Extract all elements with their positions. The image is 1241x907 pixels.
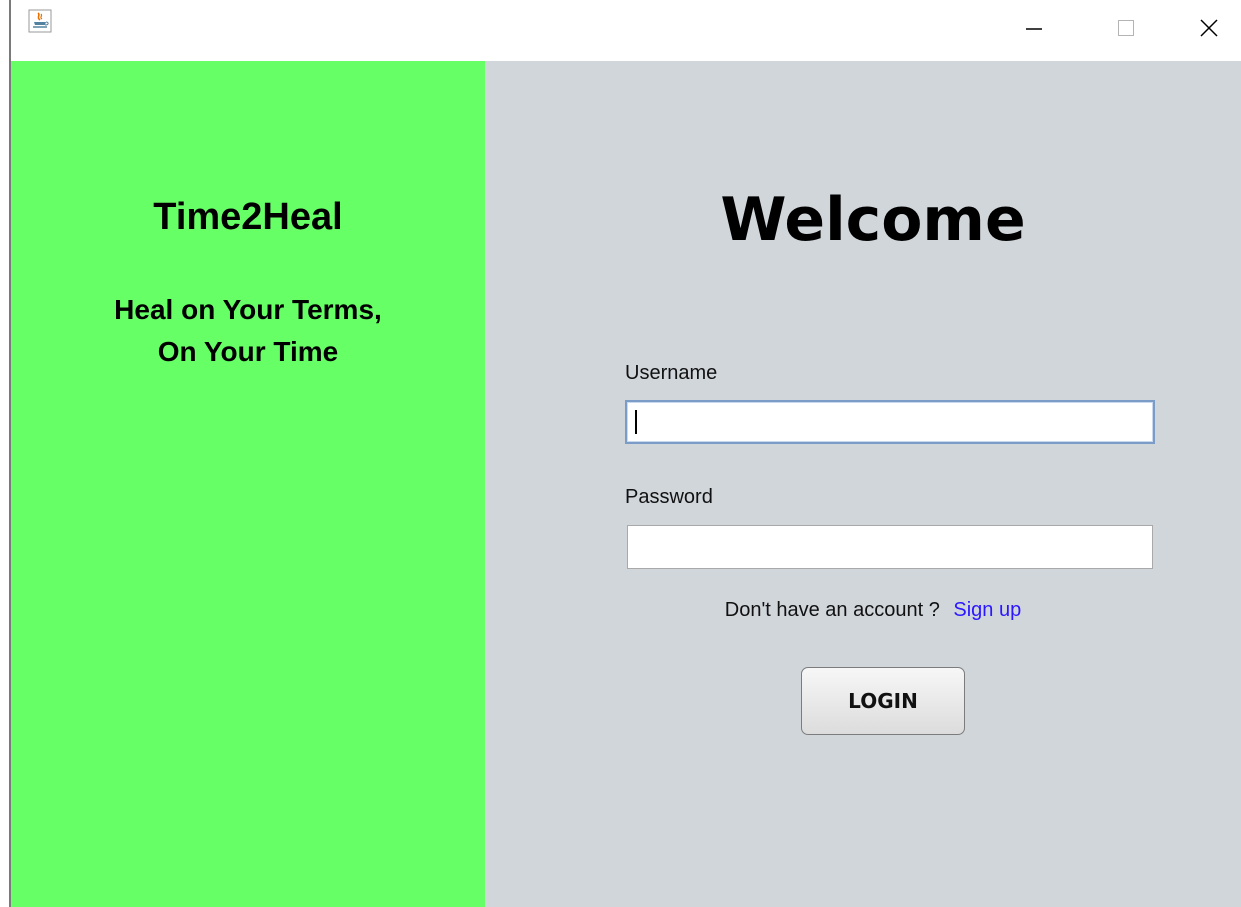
tagline-line-2: On Your Time [157, 336, 339, 367]
text-caret [635, 410, 637, 434]
username-label: Username [625, 362, 718, 384]
password-label: Password [625, 486, 713, 508]
brand-tagline: Heal on Your Terms, On Your Time [11, 289, 485, 373]
username-input[interactable] [625, 400, 1155, 444]
signup-link[interactable]: Sign up [953, 599, 1021, 621]
minimize-icon [1024, 18, 1044, 43]
close-button[interactable] [1179, 0, 1239, 61]
login-button[interactable]: LOGIN [801, 667, 965, 735]
brand-title: Time2Heal [153, 196, 343, 238]
minimize-button[interactable] [1004, 0, 1064, 61]
login-panel: Welcome Username Password Don't have an … [485, 61, 1241, 907]
branding-panel: Time2Heal Heal on Your Terms, On Your Ti… [11, 61, 485, 907]
maximize-button[interactable] [1096, 0, 1156, 61]
signup-prompt-text: Don't have an account ? [724, 599, 940, 621]
maximize-icon [1116, 18, 1136, 43]
app-window: Time2Heal Heal on Your Terms, On Your Ti… [0, 0, 1241, 907]
title-bar [11, 0, 1241, 61]
java-app-icon [28, 9, 52, 33]
tagline-line-1: Heal on Your Terms, [114, 294, 382, 325]
password-input[interactable] [627, 525, 1153, 569]
signup-prompt-row: Don't have an account ? Sign up [485, 599, 1241, 622]
close-icon [1199, 18, 1219, 43]
welcome-heading: Welcome [720, 185, 1026, 255]
